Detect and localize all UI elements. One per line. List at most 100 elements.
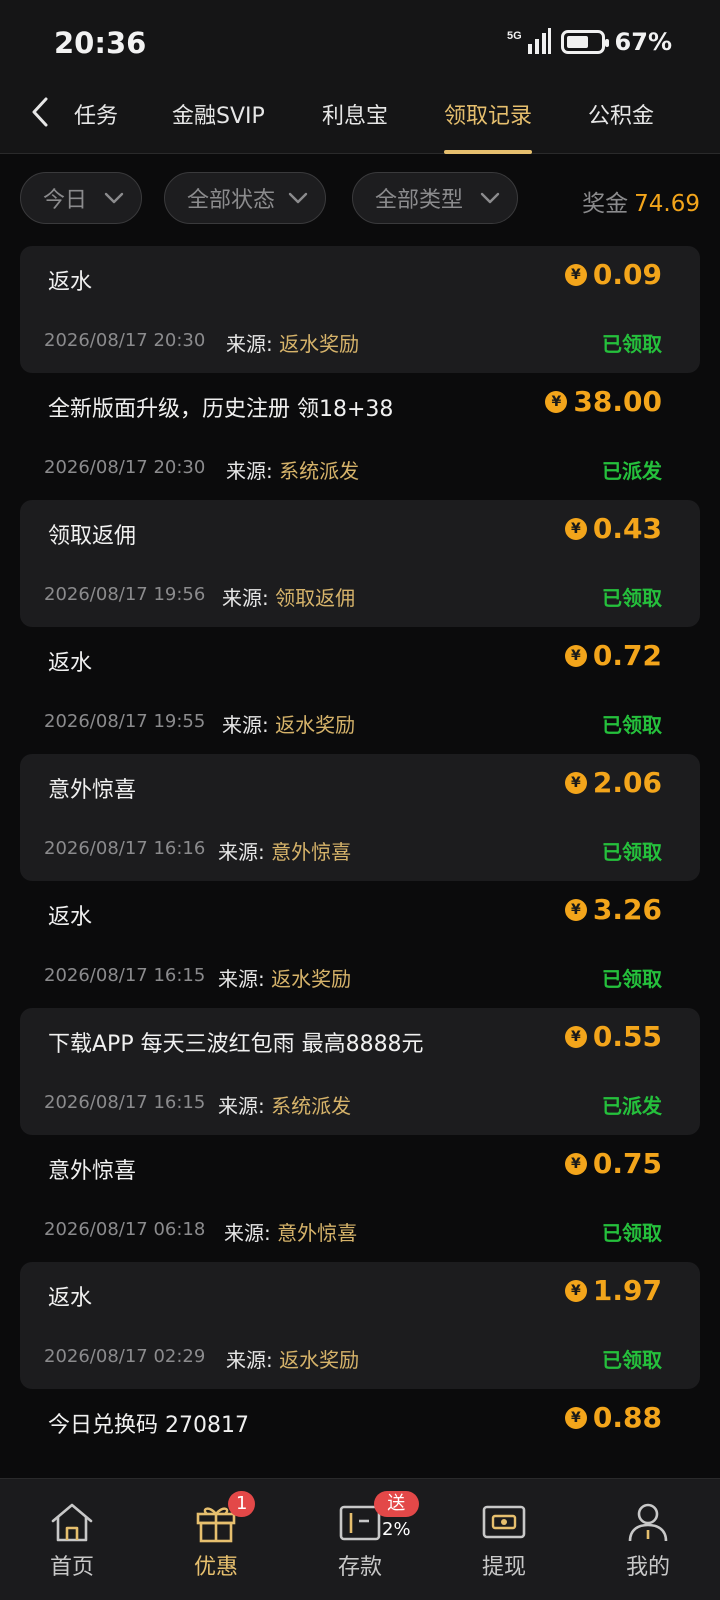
record-time: 2026/08/17 20:30 [44, 330, 206, 351]
list-item[interactable]: 返水 ¥ 0.09 2026/08/17 20:30 来源: 返水奖励 已领取 [0, 246, 720, 373]
tab-label: 任务 [74, 104, 119, 129]
back-button[interactable] [20, 92, 60, 132]
record-time: 2026/08/17 16:15 [44, 965, 206, 986]
amount-value: 38.00 [573, 385, 662, 418]
bonus-total: 奖金 74.69 [582, 184, 700, 218]
tab-fund[interactable]: 公积金 [588, 98, 654, 154]
coin-icon: ¥ [564, 1152, 587, 1175]
source-label: 来源: [224, 1221, 271, 1245]
tab-task[interactable]: 任务 [74, 98, 118, 154]
record-amount: ¥ 0.55 [564, 1020, 662, 1053]
record-time: 2026/08/17 16:15 [44, 1092, 206, 1113]
record-amount: ¥ 1.97 [564, 1274, 662, 1307]
status-badge: 已派发 [602, 1094, 662, 1118]
bottom-nav-deposit[interactable]: 存款 送2% [310, 1491, 419, 1591]
active-tab-indicator [444, 150, 533, 154]
amount-value: 0.72 [592, 639, 662, 672]
network-label: 5G [507, 30, 522, 42]
battery-icon [560, 30, 609, 54]
record-amount: ¥ 0.09 [564, 258, 662, 291]
bottom-nav: 首页 优惠 1 存款 送2% 提现 我的 [0, 1478, 720, 1600]
list-item[interactable]: 意外惊喜 ¥ 2.06 2026/08/17 16:16 来源: 意外惊喜 已领… [0, 754, 720, 881]
amount-value: 2.06 [592, 766, 662, 799]
record-time: 2026/08/17 19:56 [44, 584, 206, 605]
amount-value: 0.55 [592, 1020, 662, 1053]
record-title: 今日兑换码 270817 [48, 1413, 249, 1438]
source-label: 来源: [226, 332, 273, 356]
battery-percent: 67% [614, 28, 672, 56]
list-item[interactable]: 返水 ¥ 0.72 2026/08/17 19:55 来源: 返水奖励 已领取 [0, 627, 720, 754]
record-time: 2026/08/17 20:30 [44, 457, 206, 478]
chevron-down-icon [104, 192, 124, 204]
bottom-nav-home[interactable]: 首页 [22, 1501, 122, 1591]
source-value: 意外惊喜 [277, 1221, 358, 1245]
bottom-nav-label: 存款 [337, 1555, 382, 1580]
source-value: 返水奖励 [271, 967, 352, 991]
coin-icon: ¥ [564, 1025, 587, 1048]
status-filter-label: 全部状态 [187, 188, 276, 213]
tab-interest[interactable]: 利息宝 [322, 98, 388, 154]
coin-icon: ¥ [564, 771, 587, 794]
record-time: 2026/08/17 19:55 [44, 711, 206, 732]
record-source: 来源: 意外惊喜 [224, 1217, 357, 1246]
list-item[interactable]: 意外惊喜 ¥ 0.75 2026/08/17 06:18 来源: 意外惊喜 已领… [0, 1135, 720, 1262]
coin-icon: ¥ [564, 644, 587, 667]
status-badge: 已领取 [602, 840, 662, 864]
bottom-nav-label: 首页 [49, 1555, 94, 1580]
list-item[interactable]: 返水 ¥ 3.26 2026/08/17 16:15 来源: 返水奖励 已领取 [0, 881, 720, 1008]
record-source: 来源: 返水奖励 [226, 328, 359, 357]
status-bar: 20:36 5G 67% [0, 0, 720, 88]
tab-claim-records[interactable]: 领取记录 [444, 98, 533, 154]
bottom-nav-withdraw[interactable]: 提现 [454, 1501, 554, 1591]
record-source: 来源: 意外惊喜 [218, 836, 351, 865]
list-item[interactable]: 返水 ¥ 1.97 2026/08/17 02:29 来源: 返水奖励 已领取 [0, 1262, 720, 1389]
record-source: 来源: 系统派发 [226, 455, 359, 484]
source-value: 系统派发 [279, 459, 360, 483]
bottom-nav-label: 我的 [625, 1555, 670, 1580]
amount-value: 1.97 [592, 1274, 662, 1307]
coin-icon: ¥ [545, 390, 568, 413]
status-filter[interactable]: 全部状态 [164, 172, 326, 224]
list-item[interactable]: 全新版面升级，历史注册 领18+38 ¥ 38.00 2026/08/17 20… [0, 373, 720, 500]
status-badge: 已领取 [602, 713, 662, 737]
source-label: 来源: [218, 840, 265, 864]
home-icon [51, 1503, 93, 1542]
record-source: 来源: 返水奖励 [218, 963, 351, 992]
list-item[interactable]: 下载APP 每天三波红包雨 最高8888元 ¥ 0.55 2026/08/17 … [0, 1008, 720, 1135]
status-badge: 已领取 [602, 1348, 662, 1372]
amount-value: 3.26 [592, 893, 662, 926]
bottom-nav-profile[interactable]: 我的 [598, 1501, 698, 1591]
source-value: 系统派发 [271, 1094, 352, 1118]
record-source: 来源: 返水奖励 [226, 1344, 359, 1373]
record-title: 返水 [48, 905, 93, 930]
status-time: 20:36 [54, 26, 147, 60]
record-title: 返水 [48, 270, 93, 295]
record-time: 2026/08/17 06:18 [44, 1219, 206, 1240]
bottom-nav-promo[interactable]: 优惠 1 [166, 1491, 266, 1591]
record-amount: ¥ 0.43 [564, 512, 662, 545]
record-title: 意外惊喜 [48, 778, 137, 803]
status-badge: 已领取 [602, 1221, 662, 1245]
source-label: 来源: [222, 713, 269, 737]
coin-icon: ¥ [564, 263, 587, 286]
date-filter[interactable]: 今日 [20, 172, 142, 224]
source-label: 来源: [218, 967, 265, 991]
tab-svip[interactable]: 金融SVIP [172, 98, 265, 154]
type-filter[interactable]: 全部类型 [352, 172, 518, 224]
amount-value: 0.75 [592, 1147, 662, 1180]
record-title: 意外惊喜 [48, 1159, 137, 1184]
record-title: 下载APP 每天三波红包雨 最高8888元 [48, 1032, 424, 1057]
records-list: 返水 ¥ 0.09 2026/08/17 20:30 来源: 返水奖励 已领取 … [0, 246, 720, 1516]
status-badge: 已派发 [602, 459, 662, 483]
tab-label: 领取记录 [444, 104, 533, 129]
record-amount: ¥ 38.00 [545, 385, 662, 418]
coin-icon: ¥ [564, 1279, 587, 1302]
source-value: 意外惊喜 [271, 840, 352, 864]
promo-badge: 送2% [374, 1491, 419, 1540]
withdraw-icon [482, 1505, 526, 1539]
list-item[interactable]: 领取返佣 ¥ 0.43 2026/08/17 19:56 来源: 领取返佣 已领… [0, 500, 720, 627]
record-source: 来源: 领取返佣 [222, 582, 355, 611]
record-source: 来源: 返水奖励 [222, 709, 355, 738]
tab-label: 利息宝 [322, 104, 389, 129]
record-title: 返水 [48, 651, 93, 676]
